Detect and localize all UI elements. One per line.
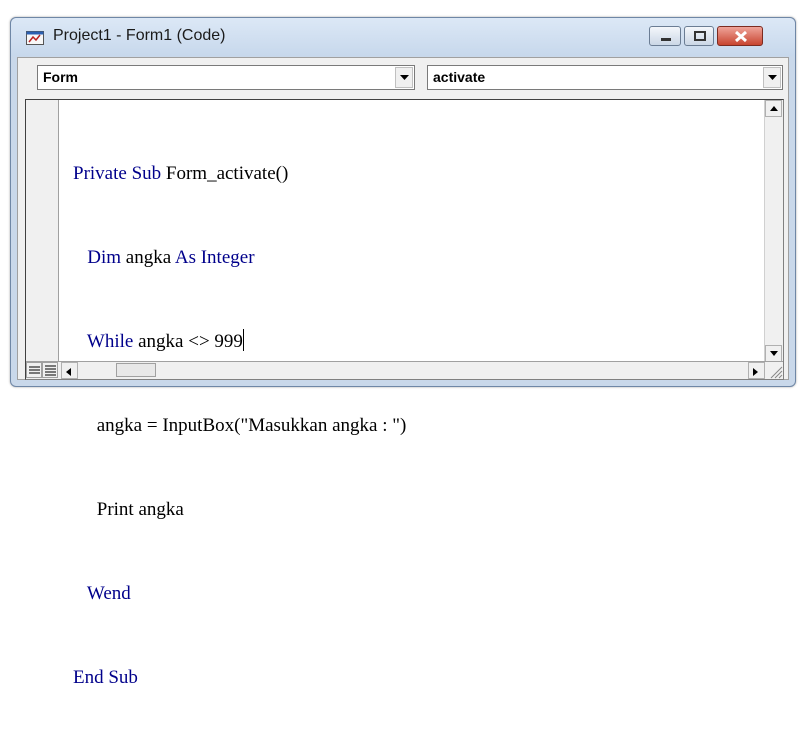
code-line: End Sub bbox=[73, 664, 406, 692]
keyword: As Integer bbox=[174, 247, 255, 268]
procedure-dropdown[interactable]: activate bbox=[427, 65, 783, 90]
close-button[interactable] bbox=[717, 26, 763, 46]
code-line: While angka <> 999 bbox=[73, 328, 406, 356]
object-dropdown-button[interactable] bbox=[395, 67, 413, 88]
minimize-icon bbox=[661, 38, 671, 41]
title-bar[interactable]: Project1 - Form1 (Code) bbox=[11, 18, 795, 56]
code-line: Dim angka As Integer bbox=[73, 244, 406, 272]
procedure-dropdown-button[interactable] bbox=[763, 67, 781, 88]
code-token: angka <> 999 bbox=[133, 331, 243, 352]
code-line: angka = InputBox("Masukkan angka : ") bbox=[73, 412, 407, 440]
code-token: angka bbox=[121, 247, 175, 268]
scroll-up-button[interactable] bbox=[765, 100, 782, 117]
code-token: Print angka bbox=[96, 499, 184, 520]
vertical-scrollbar[interactable] bbox=[764, 100, 783, 362]
chevron-down-icon bbox=[400, 75, 409, 80]
scroll-down-button[interactable] bbox=[765, 345, 782, 362]
full-module-view-icon bbox=[45, 365, 56, 376]
object-dropdown[interactable]: Form bbox=[37, 65, 415, 90]
code-line: Private Sub Form_activate() bbox=[73, 160, 406, 188]
object-dropdown-value: Form bbox=[43, 69, 78, 85]
arrow-down-icon bbox=[770, 351, 778, 356]
chevron-down-icon bbox=[768, 75, 777, 80]
scroll-right-button[interactable] bbox=[748, 362, 765, 379]
procedure-view-button[interactable] bbox=[26, 362, 42, 378]
code-line: Print angka bbox=[73, 496, 406, 524]
bottom-toolbar bbox=[26, 361, 783, 379]
arrow-up-icon bbox=[770, 106, 778, 111]
keyword: Private Sub bbox=[73, 163, 162, 184]
arrow-right-icon bbox=[753, 368, 758, 376]
keyword: While bbox=[86, 331, 134, 352]
keyword: Dim bbox=[87, 247, 122, 268]
full-module-view-button[interactable] bbox=[42, 362, 58, 378]
close-icon bbox=[734, 30, 748, 43]
vb-project-icon bbox=[26, 31, 44, 45]
keyword: End Sub bbox=[73, 667, 138, 688]
code-editor[interactable]: Private Sub Form_activate() Dim angka As… bbox=[25, 99, 784, 688]
keyword: Wend bbox=[86, 583, 131, 604]
code-editor-client: Form activate Private Sub Form_activate(… bbox=[17, 57, 789, 688]
code-line: Wend bbox=[73, 580, 406, 608]
code-text[interactable]: Private Sub Form_activate() Dim angka As… bbox=[73, 104, 406, 748]
maximize-icon bbox=[694, 31, 706, 41]
minimize-button[interactable] bbox=[649, 26, 681, 46]
arrow-left-icon bbox=[66, 368, 71, 376]
code-window: Project1 - Form1 (Code) Form activate Pr… bbox=[10, 17, 796, 688]
scroll-left-button[interactable] bbox=[61, 362, 78, 379]
margin-indicator-bar[interactable] bbox=[26, 100, 59, 362]
text-caret bbox=[242, 329, 244, 351]
horizontal-scroll-thumb[interactable] bbox=[116, 363, 156, 377]
window-title: Project1 - Form1 (Code) bbox=[53, 27, 226, 44]
code-token: angka = InputBox("Masukkan angka : ") bbox=[96, 415, 407, 436]
resize-grip-icon[interactable] bbox=[766, 362, 783, 379]
procedure-dropdown-value: activate bbox=[433, 69, 486, 85]
code-token: Form_activate() bbox=[161, 163, 289, 184]
maximize-button[interactable] bbox=[684, 26, 714, 46]
procedure-view-icon bbox=[29, 366, 40, 374]
